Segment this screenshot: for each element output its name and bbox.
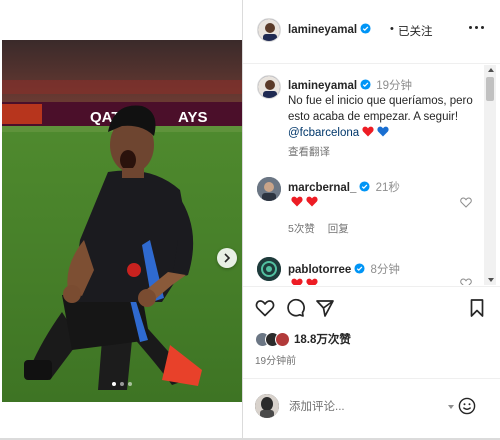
- carousel-dot: [112, 382, 116, 386]
- comment-body: [288, 278, 318, 285]
- avatar-image: [258, 19, 280, 41]
- post-timestamp: 19分钟前: [255, 356, 297, 367]
- comment-like-heart-icon[interactable]: [460, 278, 472, 285]
- comment-reply-button[interactable]: 回复: [328, 223, 349, 235]
- comment-icon[interactable]: [285, 298, 305, 318]
- comment-header: pablotorree 8分钟: [288, 261, 400, 277]
- see-translation-link[interactable]: 查看翻译: [288, 144, 330, 159]
- comment-header: marcbernal_ 21秒: [288, 179, 400, 195]
- carousel-next-button[interactable]: [217, 248, 237, 268]
- red-heart-emoji-icon: [362, 126, 374, 137]
- author-username-link[interactable]: lamineyamal: [288, 23, 371, 36]
- comment-username[interactable]: pablotorree: [288, 264, 351, 276]
- carousel-dot: [120, 382, 124, 386]
- post-details-panel: lamineyamal • 已关注 lamineyamal 19分钟 No fu…: [243, 0, 500, 440]
- comment-likes-count[interactable]: 5次赞: [288, 223, 315, 235]
- emoji-icon[interactable]: [458, 397, 476, 415]
- likes-summary[interactable]: 18.8万次赞: [255, 330, 351, 348]
- verified-badge-icon: [360, 23, 371, 34]
- comment-like-heart-icon[interactable]: [460, 197, 472, 208]
- comment-body: [288, 196, 318, 209]
- red-heart-emoji-icon: [291, 278, 303, 285]
- caption-body: No fue el inicio que queríamos, pero est…: [288, 95, 473, 123]
- scroll-up-arrow-icon[interactable]: [488, 68, 494, 72]
- mention-link[interactable]: @fcbarcelona: [288, 127, 359, 139]
- blue-heart-emoji-icon: [377, 126, 389, 137]
- avatar-image: [255, 394, 279, 418]
- avatar-image: [258, 76, 280, 98]
- carousel-dots: [2, 382, 242, 386]
- author-username: lamineyamal: [288, 24, 358, 36]
- comment-username[interactable]: marcbernal_: [288, 182, 356, 194]
- sponsor-board-text-right: AYS: [178, 109, 207, 126]
- comments-list[interactable]: lamineyamal 19分钟 No fue el inicio que qu…: [243, 65, 500, 285]
- current-user-avatar: [255, 394, 279, 418]
- divider: [243, 378, 500, 379]
- following-button[interactable]: 已关注: [398, 23, 433, 39]
- post-media[interactable]: QATA AYS: [2, 40, 242, 402]
- caption-header: lamineyamal 19分钟: [288, 77, 412, 93]
- caption-username[interactable]: lamineyamal: [288, 80, 357, 92]
- verified-badge-icon: [359, 181, 370, 192]
- verified-badge-icon: [360, 79, 371, 90]
- red-heart-emoji-icon: [306, 196, 318, 207]
- share-icon[interactable]: [315, 298, 335, 318]
- comments-scrollbar[interactable]: [484, 65, 496, 285]
- comment-time: 21秒: [375, 182, 400, 194]
- avatar-image: [257, 257, 281, 281]
- post-header: lamineyamal • 已关注: [243, 0, 500, 64]
- more-options-icon[interactable]: [469, 26, 485, 32]
- comment-avatar[interactable]: [257, 177, 281, 201]
- scroll-thumb[interactable]: [486, 77, 494, 101]
- caption-time: 19分钟: [376, 80, 413, 92]
- carousel-dot: [128, 382, 132, 386]
- verified-badge-icon: [354, 263, 365, 274]
- caption-text: No fue el inicio que queríamos, pero est…: [288, 93, 483, 141]
- caption-author-avatar[interactable]: [257, 75, 281, 99]
- comment-avatar[interactable]: [257, 257, 281, 281]
- author-avatar[interactable]: [257, 18, 281, 42]
- likes-count[interactable]: 18.8万次赞: [294, 331, 351, 347]
- chevron-down-icon[interactable]: [448, 405, 454, 409]
- heart-icon[interactable]: [255, 298, 275, 318]
- red-heart-emoji-icon: [291, 196, 303, 207]
- comment-meta: 5次赞 回复: [288, 221, 359, 236]
- photo-soccer-celebration: QATA AYS: [2, 40, 242, 402]
- add-comment-input[interactable]: [289, 398, 439, 416]
- avatar-image: [257, 177, 281, 201]
- chevron-right-icon: [224, 253, 231, 263]
- header-separator: •: [390, 23, 394, 35]
- bookmark-icon[interactable]: [467, 298, 487, 318]
- red-heart-emoji-icon: [306, 278, 318, 285]
- scroll-down-arrow-icon[interactable]: [488, 278, 494, 282]
- liker-avatar: [275, 331, 290, 347]
- divider: [243, 286, 500, 287]
- comment-time: 8分钟: [370, 264, 400, 276]
